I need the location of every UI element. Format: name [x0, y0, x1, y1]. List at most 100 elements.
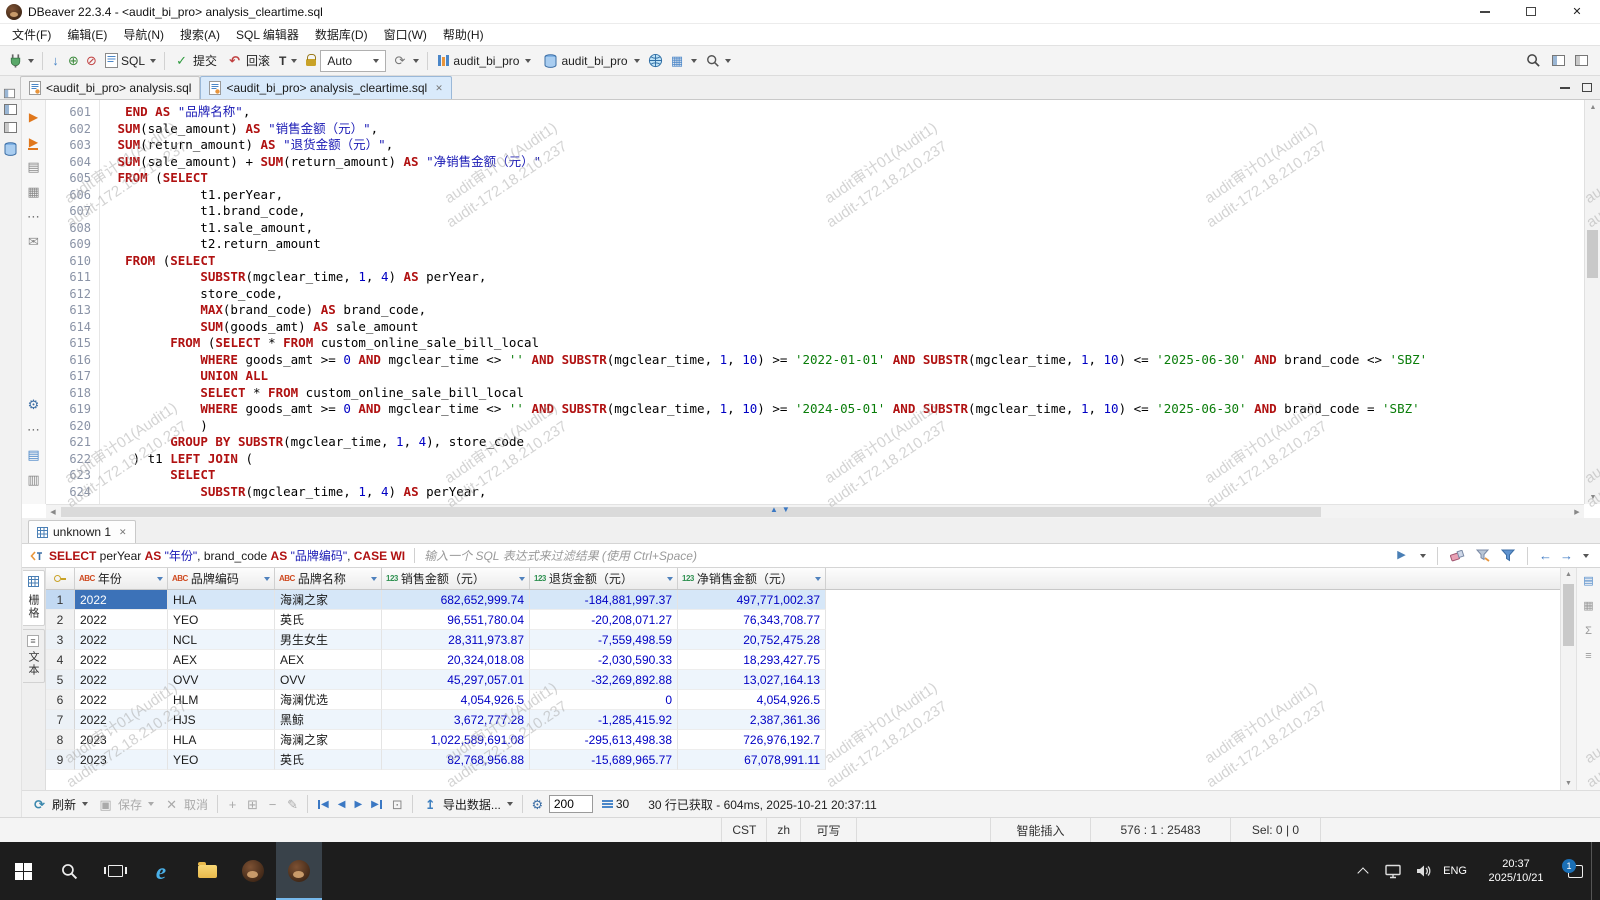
fetch-last-button[interactable]: ▶	[368, 799, 386, 810]
grid-cell[interactable]: 4,054,926.5	[678, 690, 826, 710]
grid-toggle-icon[interactable]: ▦	[25, 183, 42, 200]
status-language[interactable]: zh	[766, 818, 800, 842]
grid-cell[interactable]: 2022	[75, 610, 168, 630]
filter-back-button[interactable]: ←	[1539, 548, 1552, 563]
row-number-cell[interactable]: 6	[46, 690, 75, 710]
grid-cell[interactable]: -2,030,590.33	[530, 650, 678, 670]
execute-statement-icon[interactable]: ▶	[25, 108, 42, 125]
sql-editor-button[interactable]: SQL	[101, 49, 160, 73]
menu-item[interactable]: SQL 编辑器	[228, 24, 307, 45]
minimize-editor-icon[interactable]	[1560, 87, 1570, 89]
fetch-size-input[interactable]	[549, 795, 593, 813]
value-viewer-panel-icon[interactable]: ▤	[1580, 573, 1597, 590]
menu-item[interactable]: 文件(F)	[4, 24, 59, 45]
grid-cell[interactable]: -15,689,965.77	[530, 750, 678, 770]
editor-settings-icon[interactable]: ⚙	[25, 396, 42, 413]
show-desktop-button[interactable]	[1591, 842, 1596, 900]
globe-icon[interactable]	[647, 52, 664, 69]
column-menu-caret[interactable]	[264, 577, 270, 581]
maximize-editor-icon[interactable]	[1582, 83, 1592, 92]
grid-cell[interactable]: 2022	[75, 630, 168, 650]
grid-cell[interactable]: 20,752,475.28	[678, 630, 826, 650]
column-header[interactable]: ABC年份	[75, 568, 168, 589]
more-actions-icon[interactable]: ⋯	[25, 208, 42, 225]
grid-cell[interactable]: 1,022,589,691.08	[382, 730, 530, 750]
editor-tab[interactable]: <audit_bi_pro> analysis_cleartime.sql✕	[200, 76, 451, 99]
grid-cell[interactable]: 96,551,780.04	[382, 610, 530, 630]
grid-cell[interactable]: OVV	[275, 670, 382, 690]
grid-cell[interactable]: AEX	[168, 650, 275, 670]
grid-cell[interactable]: HJS	[168, 710, 275, 730]
new-connection-button[interactable]	[4, 49, 38, 73]
filter-forward-button[interactable]: →	[1560, 548, 1573, 563]
splitter-collapse-arrows[interactable]: ▲▼	[770, 505, 790, 514]
action-center-button[interactable]: 1	[1561, 851, 1589, 891]
grid-cell[interactable]: 4,054,926.5	[382, 690, 530, 710]
output-panel-icon[interactable]: ✉	[25, 233, 42, 250]
menu-item[interactable]: 数据库(D)	[307, 24, 376, 45]
grid-cell[interactable]: 0	[530, 690, 678, 710]
column-header[interactable]: 123销售金额（元）	[382, 568, 530, 589]
grid-cell[interactable]: 28,311,973.87	[382, 630, 530, 650]
diagram-button[interactable]: ▦	[665, 49, 701, 73]
grid-cell[interactable]: 45,297,057.01	[382, 670, 530, 690]
grid-refs-panel-icon[interactable]: ▦	[1580, 598, 1597, 615]
log-panel-icon[interactable]: ▤	[25, 446, 42, 463]
tray-volume-button[interactable]	[1409, 851, 1437, 891]
start-button[interactable]	[0, 842, 46, 900]
autocommit-combo[interactable]: Auto	[320, 50, 386, 72]
menu-item[interactable]: 窗口(W)	[376, 24, 435, 45]
window-minimize-button[interactable]	[1462, 0, 1508, 23]
status-insert-mode[interactable]: 智能插入	[990, 818, 1090, 842]
edit-filter-icon[interactable]	[1474, 547, 1491, 564]
column-header[interactable]: 123退货金额（元）	[530, 568, 678, 589]
connection-combo[interactable]: audit_bi_pro	[432, 50, 537, 72]
scrollbar-thumb[interactable]	[1563, 584, 1574, 646]
column-menu-caret[interactable]	[815, 577, 821, 581]
filter-settings-icon[interactable]	[1499, 547, 1516, 564]
task-view-button[interactable]	[92, 842, 138, 900]
tab-close-icon[interactable]: ✕	[435, 83, 443, 94]
grid-cell[interactable]: HLA	[168, 590, 275, 610]
delete-row-icon[interactable]: −	[264, 796, 281, 813]
row-number-cell[interactable]: 3	[46, 630, 75, 650]
add-object-icon[interactable]: ⊕	[65, 52, 82, 69]
row-number-cell[interactable]: 5	[46, 670, 75, 690]
toggle-layout-icon[interactable]	[1575, 55, 1588, 66]
row-number-cell[interactable]: 8	[46, 730, 75, 750]
restore-projects-icon[interactable]	[4, 122, 17, 133]
taskbar-explorer-button[interactable]	[184, 842, 230, 900]
duplicate-row-icon[interactable]: ⊞	[244, 796, 261, 813]
row-number-cell[interactable]: 1	[46, 590, 75, 610]
column-header[interactable]: 123净销售金额（元）	[678, 568, 826, 589]
explain-plan-icon[interactable]: ▤	[25, 158, 42, 175]
quick-search-icon[interactable]	[1525, 52, 1542, 69]
sql-code-area[interactable]: END AS "品牌名称", SUM(sale_amount) AS "销售金额…	[100, 100, 1584, 504]
grid-cell[interactable]: 2022	[75, 710, 168, 730]
schema-combo[interactable]: audit_bi_pro	[538, 50, 645, 72]
menu-item[interactable]: 导航(N)	[115, 24, 172, 45]
rollback-button[interactable]: ↶ 回滚	[222, 49, 274, 73]
row-number-cell[interactable]: 9	[46, 750, 75, 770]
grid-cell[interactable]: 726,976,192.7	[678, 730, 826, 750]
calc-panel-icon[interactable]: Σ	[1580, 623, 1597, 640]
grid-cell[interactable]: -32,269,892.88	[530, 670, 678, 690]
transaction-log-button[interactable]: ⟳	[387, 49, 423, 73]
grid-cell[interactable]: NCL	[168, 630, 275, 650]
taskbar-ie-button[interactable]: e	[138, 842, 184, 900]
queries-panel-icon[interactable]: ▥	[25, 471, 42, 488]
grid-cell[interactable]: 英氏	[275, 750, 382, 770]
fetch-first-button[interactable]: ◀	[314, 799, 332, 810]
grid-corner-cell[interactable]	[46, 568, 75, 589]
grid-cell[interactable]: 2022	[75, 650, 168, 670]
grid-cell[interactable]: 2023	[75, 750, 168, 770]
grid-cell[interactable]: 海澜之家	[275, 590, 382, 610]
grid-cell[interactable]: 2022	[75, 590, 168, 610]
grid-cell[interactable]: 2,387,361.36	[678, 710, 826, 730]
taskbar-clock[interactable]: 20:37 2025/10/21	[1477, 857, 1555, 885]
grid-cell[interactable]: -184,881,997.37	[530, 590, 678, 610]
grid-cell[interactable]: 海澜之家	[275, 730, 382, 750]
window-close-button[interactable]: ✕	[1554, 0, 1600, 23]
menu-item[interactable]: 搜索(A)	[172, 24, 228, 45]
filter-nav-caret[interactable]	[1583, 554, 1589, 558]
